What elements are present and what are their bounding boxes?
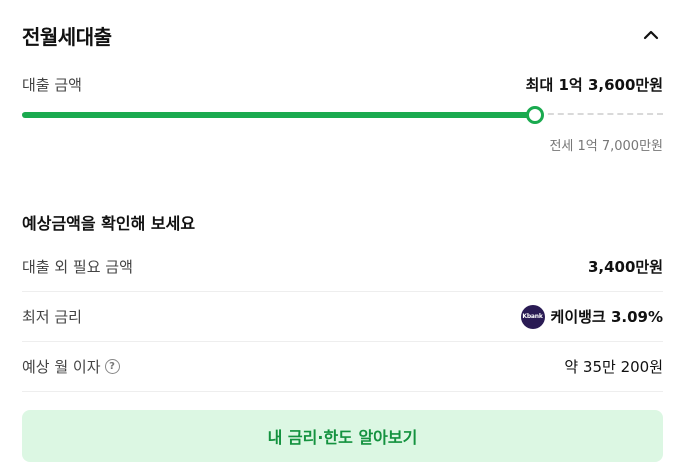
loan-amount-label: 대출 금액 [22, 76, 82, 94]
panel-header[interactable]: 전월세대출 [22, 18, 663, 52]
check-rate-limit-button[interactable]: 내 금리·한도 알아보기 [22, 410, 663, 462]
panel-title: 전월세대출 [22, 24, 112, 49]
loan-amount-row: 대출 금액 최대 1억 3,600만원 [22, 74, 663, 95]
extra-needed-label: 대출 외 필요 금액 [22, 258, 133, 276]
cta-label: 내 금리·한도 알아보기 [267, 428, 418, 447]
loan-amount-slider[interactable] [22, 106, 663, 124]
lowest-rate-label: 최저 금리 [22, 308, 82, 326]
slider-thumb[interactable] [526, 106, 544, 124]
estimate-title: 예상금액을 확인해 보세요 [22, 214, 196, 233]
extra-needed-value: 3,400만원 [587, 258, 663, 276]
monthly-interest-label-group: 예상 월 이자 ? [22, 356, 120, 377]
kbank-logo-icon: Kbank [520, 304, 545, 329]
chevron-up-icon[interactable] [639, 23, 663, 47]
question-circle-icon[interactable]: ? [104, 359, 120, 374]
estimate-list: 대출 외 필요 금액 3,400만원 최저 금리 Kbank 케이뱅크 3.09… [22, 242, 663, 392]
loan-panel: 전월세대출 대출 금액 최대 1억 3,600만원 전세 1억 7,000만원 … [0, 0, 685, 474]
list-item: 최저 금리 Kbank 케이뱅크 3.09% [22, 292, 663, 342]
monthly-interest-label: 예상 월 이자 [22, 358, 101, 376]
lowest-rate-value: 케이뱅크 3.09% [550, 308, 663, 326]
slider-fill [22, 112, 535, 118]
lowest-rate-value-group: Kbank 케이뱅크 3.09% [520, 304, 663, 329]
list-item: 예상 월 이자 ? 약 35만 200원 [22, 342, 663, 392]
monthly-interest-value: 약 35만 200원 [564, 358, 663, 376]
loan-amount-value: 최대 1억 3,600만원 [525, 76, 663, 94]
jeonse-max-note: 전세 1억 7,000만원 [549, 139, 663, 154]
list-item: 대출 외 필요 금액 3,400만원 [22, 242, 663, 292]
